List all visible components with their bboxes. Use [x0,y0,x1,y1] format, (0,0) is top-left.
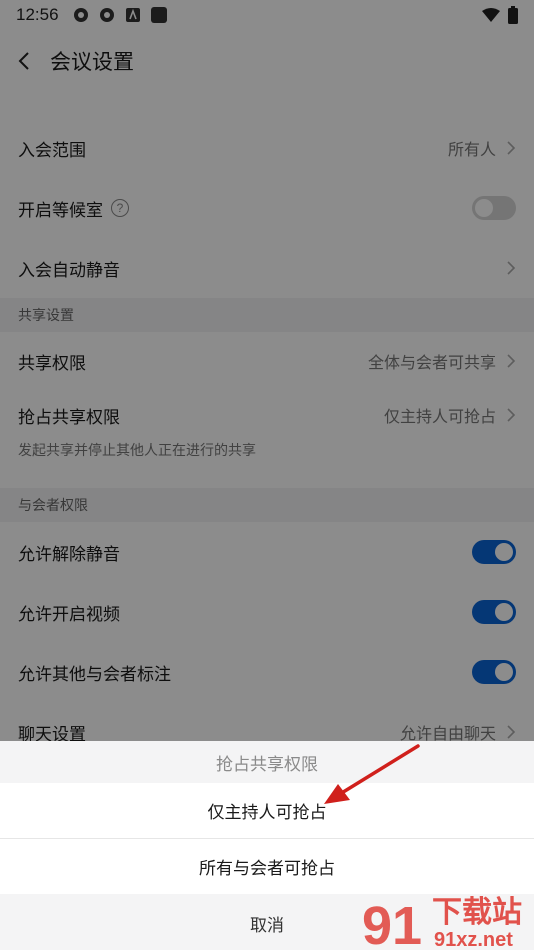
option-all-attendees[interactable]: 所有与会者可抢占 [0,839,534,894]
option-host-only[interactable]: 仅主持人可抢占 [0,783,534,838]
watermark-logo-icon: 91 下载站 91xz.net [362,895,522,950]
annotation-arrow-icon [324,744,420,804]
app-screen: 12:56 会议设置 入会范围 所有人 开启等候室 ? 入会自动静音 共享设置 … [0,0,534,950]
action-sheet-title: 抢占共享权限 [0,741,534,783]
watermark-url-text: 91xz.net [434,929,513,950]
watermark-logo-text: 91 [362,896,422,950]
watermark-main-text: 下载站 [432,895,522,930]
